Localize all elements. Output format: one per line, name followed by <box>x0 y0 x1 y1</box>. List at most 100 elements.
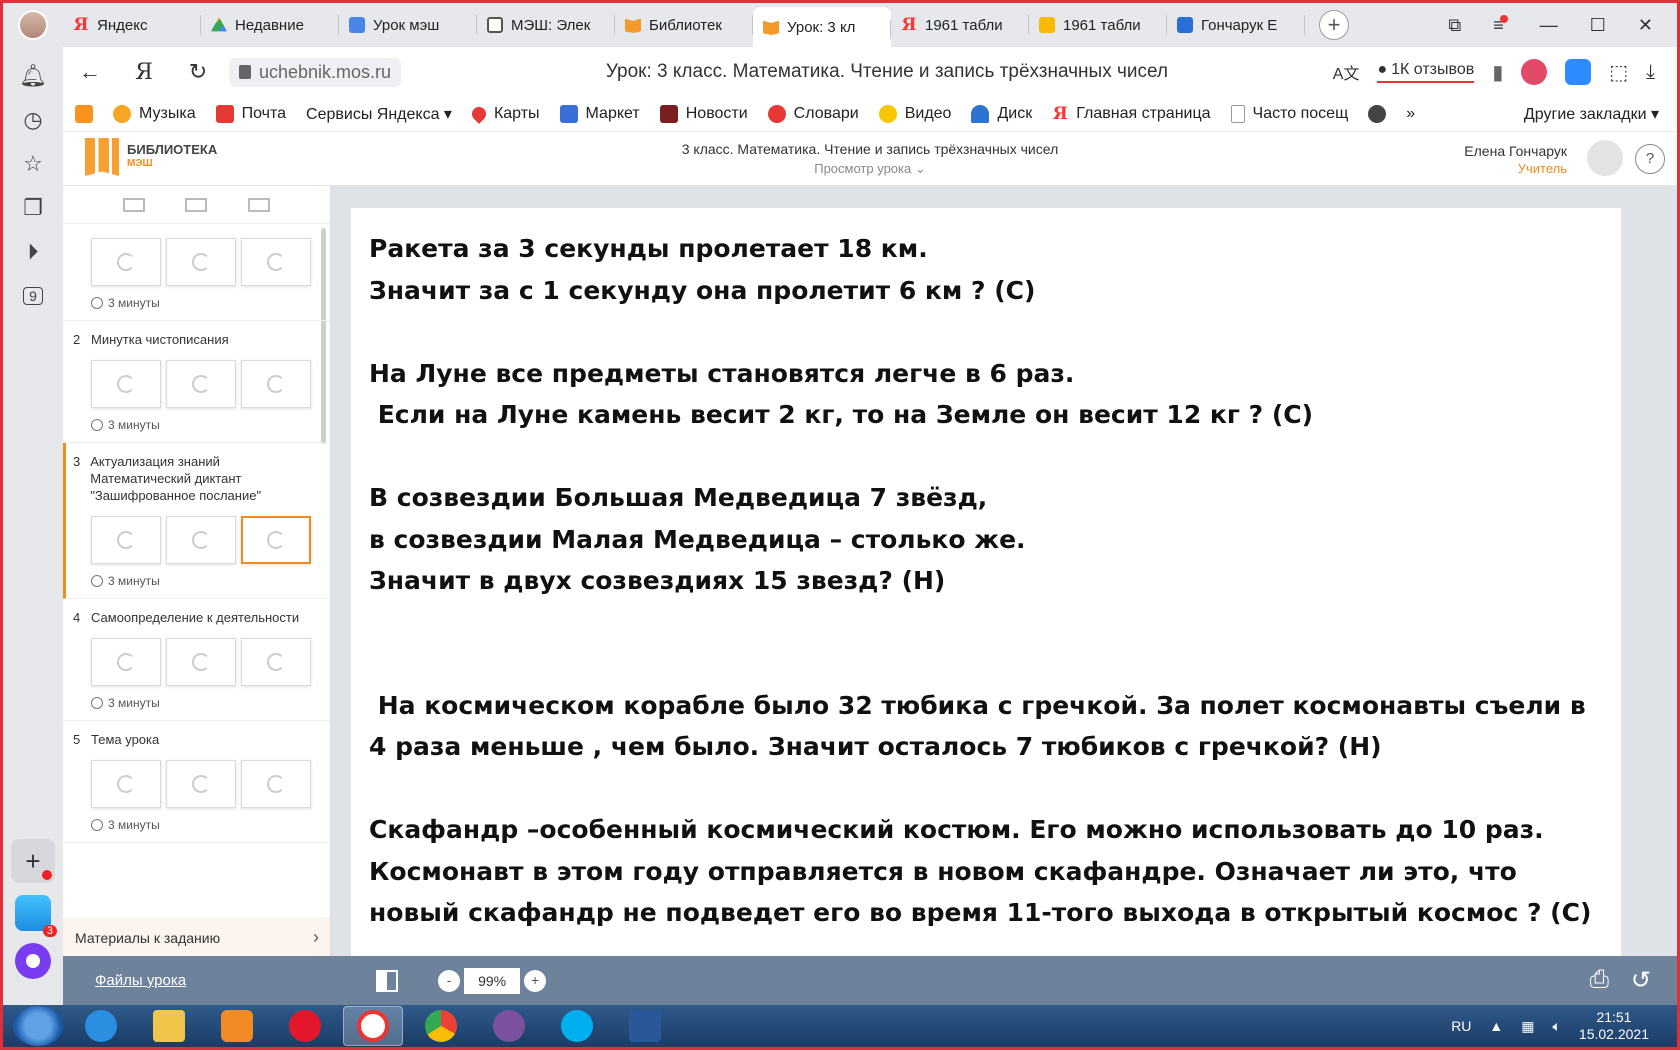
tab-lesson-active[interactable]: Урок: 3 кл <box>753 7 891 47</box>
slide-thumbnail[interactable] <box>91 238 161 286</box>
back-arrow-icon[interactable]: ← <box>63 59 117 85</box>
counter-icon[interactable]: 9 <box>18 281 48 311</box>
slide-thumbnail[interactable] <box>166 238 236 286</box>
slide-thumbnail[interactable] <box>166 360 236 408</box>
monitor-view-icon[interactable] <box>123 197 146 212</box>
windows-start-button[interactable] <box>13 1006 63 1046</box>
print-icon[interactable]: ⎙ <box>1590 966 1609 995</box>
bookmark-frequent[interactable]: Часто посещ <box>1230 105 1348 123</box>
history-clock-icon[interactable]: ◷ <box>18 105 48 135</box>
download-manager-icon[interactable] <box>1521 59 1548 85</box>
maximize-icon[interactable]: ☐ <box>1590 15 1606 36</box>
help-button[interactable]: ? <box>1635 144 1665 174</box>
taskbar-viber[interactable] <box>479 1006 539 1046</box>
single-view-icon[interactable] <box>185 197 208 212</box>
zoom-video-icon[interactable] <box>1565 59 1592 85</box>
bookmark-video[interactable]: Видео <box>878 105 951 123</box>
slide-thumbnail[interactable] <box>241 238 311 286</box>
lesson-step[interactable]: 2 Минутка чистописания 3 минуты <box>63 321 330 443</box>
translate-icon[interactable]: A文 <box>1333 60 1360 84</box>
bookmark-home-page[interactable]: Я Главная страница <box>1052 104 1211 124</box>
taskbar-chrome[interactable] <box>411 1006 471 1046</box>
downloads-icon[interactable]: ⤓ <box>1646 61 1655 84</box>
network-icon[interactable]: ▦ <box>1521 1018 1534 1035</box>
tab-library[interactable]: Библиотек <box>615 3 753 47</box>
tabs-overview-icon[interactable]: ⧉ <box>1448 15 1461 36</box>
reviews-button[interactable]: ● 1К отзывов <box>1377 61 1475 83</box>
close-icon[interactable]: ✕ <box>1638 15 1653 36</box>
new-tab-button[interactable]: + <box>1319 10 1349 40</box>
notifications-bell-icon[interactable]: 🔔︎ <box>18 61 48 91</box>
bookmark-music[interactable]: Музыка <box>113 105 196 123</box>
bookmark-cat[interactable] <box>1368 105 1387 123</box>
materials-button[interactable]: Материалы к заданию › <box>63 918 330 956</box>
avatar[interactable] <box>1587 140 1623 176</box>
yandex-home-icon[interactable]: Я <box>117 60 171 85</box>
bookmark-market[interactable]: Маркет <box>559 105 640 123</box>
lesson-files-link[interactable]: Файлы урока <box>95 972 186 989</box>
taskbar-media-player[interactable] <box>207 1006 267 1046</box>
other-bookmarks[interactable]: Другие закладки ▾ <box>1524 104 1677 124</box>
slide-thumbnail[interactable] <box>166 638 236 686</box>
bookmark-mail[interactable]: Почта <box>215 105 286 123</box>
zoom-out-button[interactable]: - <box>438 969 461 992</box>
messenger-icon[interactable]: 3 <box>15 895 57 937</box>
volume-icon[interactable]: 🔈︎ <box>1553 1018 1561 1035</box>
favorites-star-icon[interactable]: ☆ <box>18 149 48 179</box>
taskbar-skype[interactable] <box>547 1006 607 1046</box>
tab-mesh-journal[interactable]: МЭШ: Элек <box>477 3 615 47</box>
tab-lesson-doc[interactable]: Урок мэш <box>339 3 477 47</box>
slide-thumbnail[interactable] <box>91 760 161 808</box>
taskbar-opera[interactable] <box>275 1006 335 1046</box>
tab-yandex[interactable]: Я Яндекс <box>63 3 201 47</box>
url-field[interactable]: uchebnik.mos.ru <box>229 57 402 87</box>
slide-thumbnail[interactable] <box>91 360 161 408</box>
system-clock[interactable]: 21:51 15.02.2021 <box>1579 1009 1649 1043</box>
menu-icon[interactable]: ≡ <box>1493 14 1508 36</box>
tab-goncharuk-doc[interactable]: Гончарук Е <box>1167 3 1305 47</box>
slide-thumbnail[interactable] <box>166 516 236 564</box>
bookmark-disk[interactable]: Диск <box>971 105 1032 123</box>
zoom-in-button[interactable]: + <box>524 969 547 992</box>
slide-thumbnail-selected[interactable] <box>241 516 311 564</box>
reload-icon[interactable]: ↻ <box>171 59 225 85</box>
minimize-icon[interactable]: — <box>1540 15 1558 36</box>
video-play-circle-icon[interactable]: ⏵ <box>18 237 48 267</box>
add-panel-button[interactable]: + <box>11 839 55 883</box>
lesson-view-dropdown[interactable]: Просмотр урока ⌄ <box>63 161 1677 177</box>
tab-table-1961-a[interactable]: Я 1961 табли <box>891 3 1029 47</box>
split-view-icon[interactable] <box>376 969 399 992</box>
zoom-level[interactable]: 99% <box>464 967 521 994</box>
alice-assistant-icon[interactable] <box>15 943 51 979</box>
bookmark-news[interactable]: Новости <box>659 105 748 123</box>
multi-view-icon[interactable] <box>247 197 270 212</box>
taskbar-word[interactable] <box>615 1006 675 1046</box>
lesson-step[interactable]: 5 Тема урока 3 минуты <box>63 721 330 843</box>
extensions-icon[interactable]: ⬚ <box>1609 60 1628 85</box>
tab-recent[interactable]: Недавние <box>201 3 339 47</box>
history-icon[interactable]: ↺ <box>1631 966 1651 995</box>
slide-thumbnail[interactable] <box>241 638 311 686</box>
bookmark-dictionary[interactable]: Словари <box>767 105 859 123</box>
language-indicator[interactable]: RU <box>1451 1018 1471 1034</box>
bookmark-maps[interactable]: Карты <box>469 104 540 124</box>
bookmark-yandex-services[interactable]: Сервисы Яндекса ▾ <box>306 104 452 124</box>
tab-table-1961-b[interactable]: 1961 табли <box>1029 3 1167 47</box>
lesson-step[interactable]: 3 минуты <box>63 224 330 321</box>
taskbar-ie[interactable] <box>71 1006 131 1046</box>
lesson-step[interactable]: 4 Самоопределение к деятельности 3 минуты <box>63 599 330 721</box>
taskbar-explorer[interactable] <box>139 1006 199 1046</box>
slide-thumbnail[interactable] <box>91 638 161 686</box>
slide-thumbnail[interactable] <box>241 360 311 408</box>
avatar[interactable] <box>18 10 48 40</box>
profile-avatar[interactable] <box>3 3 63 47</box>
lesson-step-active[interactable]: 3 Актуализация знаний Математический дикт… <box>63 443 330 599</box>
bookmarks-overflow[interactable]: » <box>1406 105 1415 123</box>
bookmark-icon[interactable]: ▮ <box>1492 60 1503 85</box>
tray-show-hidden-icon[interactable]: ▲ <box>1489 1018 1503 1034</box>
slide-thumbnail[interactable] <box>166 760 236 808</box>
user-info[interactable]: Елена Гончарук Учитель <box>1464 142 1567 178</box>
bookmark-odnoklassniki[interactable] <box>75 105 93 123</box>
collections-icon[interactable]: ❐ <box>18 193 48 223</box>
slide-thumbnail[interactable] <box>91 516 161 564</box>
